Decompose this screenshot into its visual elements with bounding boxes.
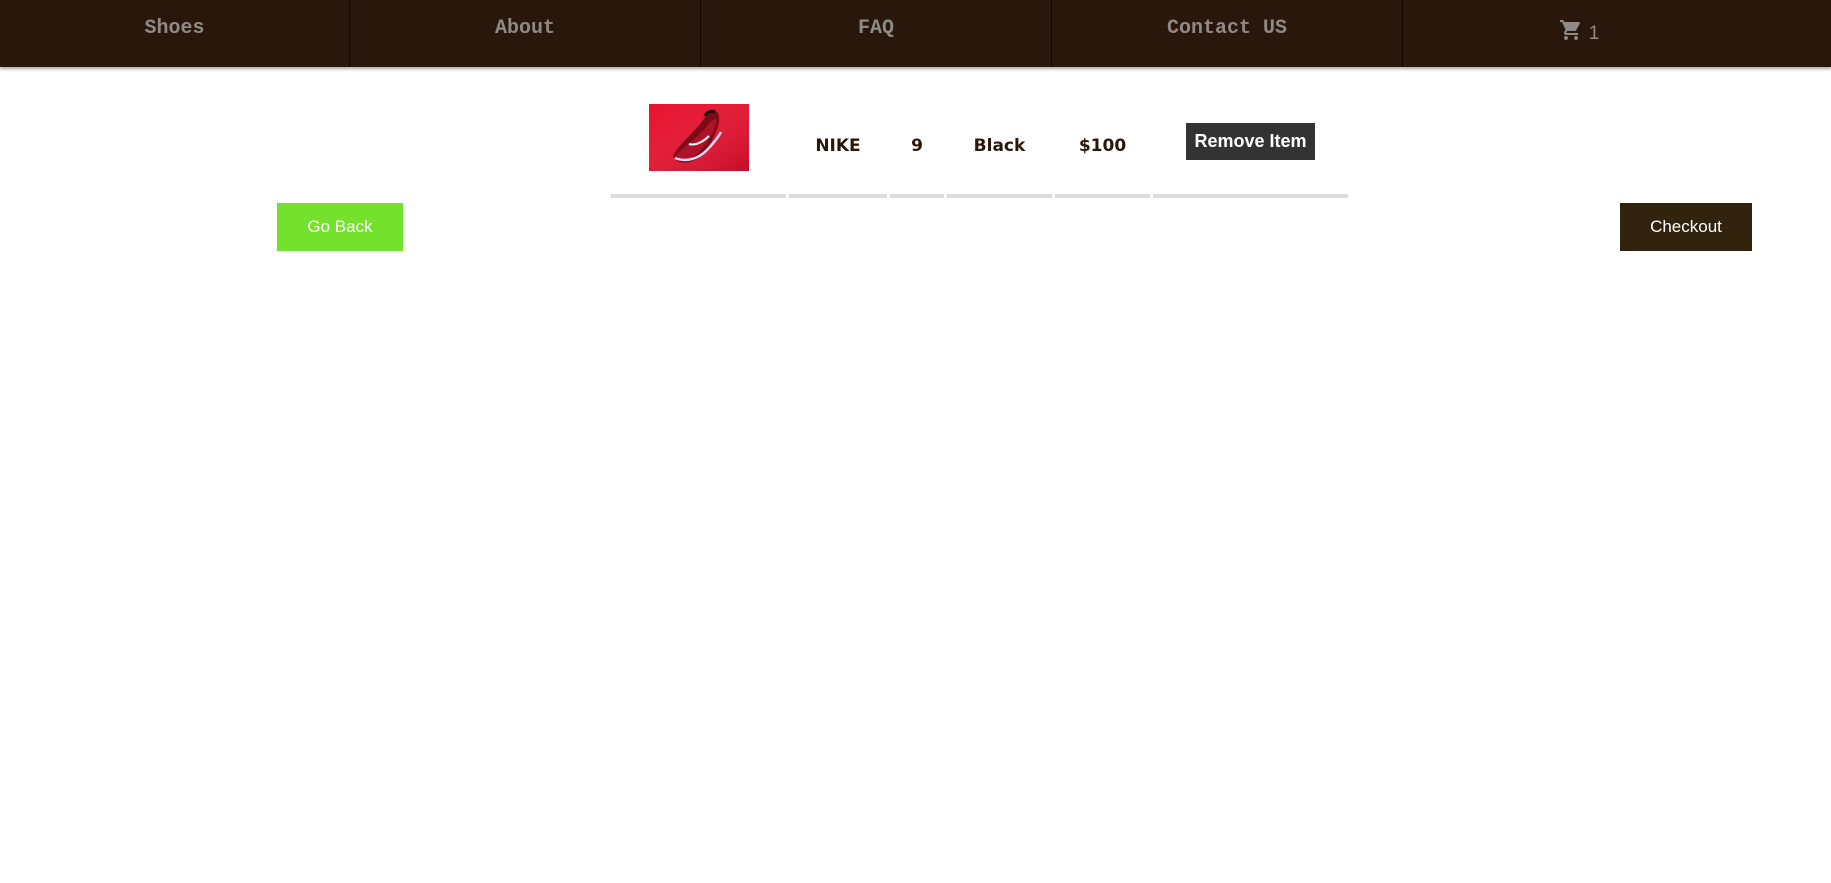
- item-size-cell: 9: [890, 98, 944, 198]
- nav-item-label: About: [494, 17, 555, 40]
- shopping-cart-icon: [1559, 20, 1580, 40]
- item-action-cell: Remove Item: [1153, 98, 1348, 198]
- nav-item-shoes[interactable]: Shoes: [0, 0, 350, 67]
- item-color-cell: Black: [947, 98, 1052, 198]
- nav-item-label: FAQ: [857, 17, 894, 40]
- red-nike-shoe-image: [648, 104, 749, 171]
- top-navbar: Shoes About FAQ Contact US 1: [0, 0, 1831, 67]
- item-brand-cell: NIKE: [789, 98, 887, 198]
- item-image-cell: [611, 98, 786, 198]
- nav-item-contact[interactable]: Contact US: [1052, 0, 1403, 67]
- nav-item-cart[interactable]: 1: [1403, 0, 1831, 67]
- item-price-cell: $100: [1055, 98, 1150, 198]
- nav-item-label: Shoes: [144, 17, 205, 40]
- go-back-button[interactable]: Go Back: [277, 203, 403, 251]
- cart-count: 1: [1588, 23, 1600, 44]
- remove-item-button[interactable]: Remove Item: [1186, 123, 1315, 160]
- table-row: NIKE 9 Black $100 Remove Item: [611, 98, 1348, 198]
- cart-table: NIKE 9 Black $100 Remove Item: [608, 98, 1351, 198]
- nav-item-faq[interactable]: FAQ: [701, 0, 1052, 67]
- cart-indicator: 1: [1559, 15, 1600, 45]
- item-brand: NIKE: [815, 136, 861, 156]
- item-price: $100: [1078, 136, 1127, 156]
- nav-item-about[interactable]: About: [350, 0, 701, 67]
- item-size: 9: [911, 136, 923, 156]
- nav-item-label: Contact US: [1166, 17, 1288, 40]
- checkout-button[interactable]: Checkout: [1620, 203, 1752, 251]
- item-color: Black: [973, 136, 1026, 156]
